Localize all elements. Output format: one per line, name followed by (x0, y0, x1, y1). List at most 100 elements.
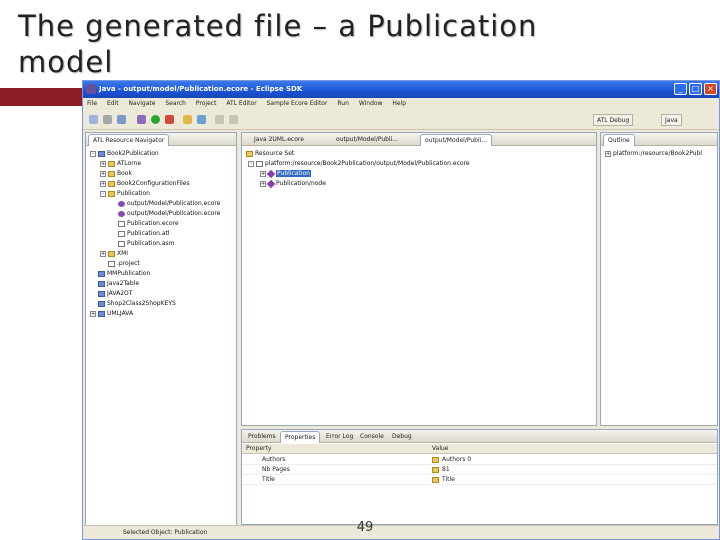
expand-toggle-icon[interactable]: + (100, 160, 106, 167)
editor-tree-item[interactable]: - platform:/resource/Book2Publication/out… (248, 159, 470, 169)
ecore-icon (118, 200, 125, 207)
expand-toggle-icon[interactable]: + (100, 170, 106, 177)
menu-sample-ecore-editor[interactable]: Sample Ecore Editor (263, 98, 332, 109)
ecore-icon (118, 210, 125, 217)
menu-bar: File Edit Navigate Search Project ATL Ed… (83, 98, 719, 110)
property-row[interactable]: Authors Authors 0 (242, 455, 717, 465)
menu-atl-editor[interactable]: ATL Editor (222, 98, 260, 109)
navigator-item[interactable]: JAVA2OT (90, 289, 132, 299)
outline-item[interactable]: + platform:/resource/Book2Publ (605, 149, 702, 159)
menu-navigate[interactable]: Navigate (125, 98, 160, 109)
editor-tree-item[interactable]: + Publication/node (260, 179, 326, 189)
property-row[interactable]: Nb Pages 81 (242, 465, 717, 475)
expand-toggle-icon[interactable]: + (260, 180, 266, 187)
navigator-item[interactable]: - Publication (100, 189, 150, 199)
external-tools-icon[interactable] (165, 115, 174, 124)
navigator-item[interactable]: output/Model/Publication.ecore (110, 199, 220, 209)
outline-expand-icon[interactable]: + (605, 150, 611, 157)
navigator-item[interactable]: + UMLJAVA (90, 309, 133, 319)
file-icon (108, 260, 115, 267)
navigator-item[interactable]: Publication.asm (110, 239, 174, 249)
navigator-item[interactable]: Java2Table (90, 279, 139, 289)
back-icon[interactable] (215, 115, 224, 124)
close-button[interactable]: × (704, 83, 717, 95)
navigator-item-label: Publication.ecore (127, 220, 179, 227)
navigator-item-label: Publication.atl (127, 230, 170, 237)
maximize-button[interactable]: □ (689, 83, 702, 95)
menu-search[interactable]: Search (161, 98, 190, 109)
column-property[interactable]: Property (246, 444, 271, 454)
navigator-item[interactable]: + XMI (100, 249, 128, 259)
resource-set-icon (246, 150, 253, 157)
tab-atl-resource-navigator[interactable]: ATL Resource Navigator (88, 134, 170, 146)
run-icon[interactable] (151, 115, 160, 124)
search-icon[interactable] (197, 115, 206, 124)
navigator-item[interactable]: MMPublication (90, 269, 150, 279)
print-icon[interactable] (117, 115, 126, 124)
navigator-item[interactable]: Publication.atl (110, 229, 170, 239)
minimize-button[interactable]: _ (674, 83, 687, 95)
expand-toggle-icon[interactable]: - (90, 150, 96, 157)
navigator-item[interactable]: - Book2Publication (90, 149, 159, 159)
property-row[interactable]: Title Title (242, 475, 717, 485)
resource-navigator-panel: ATL Resource Navigator - Book2Publication… (85, 132, 237, 527)
window-titlebar[interactable]: Java - output/model/Publication.ecore - … (83, 81, 719, 98)
value-type-icon (432, 477, 439, 483)
menu-run[interactable]: Run (333, 98, 353, 109)
expand-toggle-icon[interactable]: - (248, 160, 254, 167)
proj-icon (98, 290, 105, 297)
tab-problems[interactable]: Problems (244, 431, 280, 443)
expand-toggle-icon[interactable]: + (90, 310, 96, 317)
tab-debug[interactable]: Debug (388, 431, 416, 443)
perspective-java[interactable]: Java (661, 114, 682, 126)
property-value[interactable]: Authors 0 (442, 455, 471, 465)
epackage-icon (266, 169, 276, 178)
expand-toggle-icon[interactable]: + (260, 170, 266, 177)
resource-icon (256, 160, 263, 167)
tab-output-model-publication-1[interactable]: output/Model/Publi... (332, 134, 402, 146)
navigator-item[interactable]: output/Model/Publication.ecore (110, 209, 220, 219)
property-value[interactable]: Title (442, 475, 455, 485)
menu-edit[interactable]: Edit (103, 98, 123, 109)
folder-icon (108, 160, 115, 167)
column-value[interactable]: Value (432, 444, 448, 454)
navigator-item[interactable]: + Book (100, 169, 132, 179)
tab-error-log[interactable]: Error Log (322, 431, 357, 443)
navigator-item[interactable]: Shop2Class2ShopKEYS (90, 299, 176, 309)
property-name: Authors (262, 456, 286, 463)
tab-output-model-publication-2[interactable]: output/Model/Publi... (420, 134, 493, 146)
open-type-icon[interactable] (183, 115, 192, 124)
editor-tree-item-label: Publication/node (276, 180, 326, 187)
navigator-item-label: Publication (117, 190, 150, 197)
expand-toggle-icon[interactable]: + (100, 180, 106, 187)
navigator-item[interactable]: Publication.ecore (110, 219, 179, 229)
new-icon[interactable] (89, 115, 98, 124)
navigator-item[interactable]: + ATLorne (100, 159, 141, 169)
editor-tree-item[interactable]: + Publication (260, 169, 311, 179)
proj-icon (98, 150, 105, 157)
proj-icon (98, 270, 105, 277)
tab-outline[interactable]: Outline (603, 134, 635, 146)
expand-toggle-icon[interactable]: - (100, 190, 106, 197)
resource-set-node[interactable]: Resource Set (246, 149, 294, 159)
navigator-item[interactable]: + Book2ConfigurationFiles (100, 179, 190, 189)
tab-properties[interactable]: Properties (280, 431, 321, 443)
forward-icon[interactable] (229, 115, 238, 124)
save-icon[interactable] (103, 115, 112, 124)
navigator-item-label: output/Model/Publication.ecore (127, 200, 221, 207)
tab-java2uml-ecore[interactable]: Java 2UML.ecore (250, 134, 308, 146)
menu-help[interactable]: Help (388, 98, 410, 109)
menu-project[interactable]: Project (192, 98, 221, 109)
debug-icon[interactable] (137, 115, 146, 124)
status-text: Selected Object: Publication (123, 529, 208, 536)
expand-toggle-icon[interactable]: + (100, 250, 106, 257)
navigator-item[interactable]: .project (100, 259, 140, 269)
menu-file[interactable]: File (83, 98, 101, 109)
property-value[interactable]: 81 (442, 465, 450, 475)
ecore-editor-panel: Java 2UML.ecore output/Model/Publi... ou… (241, 132, 597, 426)
navigator-tab-strip: ATL Resource Navigator (86, 133, 236, 146)
perspective-atl-debug[interactable]: ATL Debug (593, 114, 634, 126)
tab-console[interactable]: Console (356, 431, 388, 443)
slide-accent-bar (0, 88, 92, 106)
menu-window[interactable]: Window (355, 98, 387, 109)
